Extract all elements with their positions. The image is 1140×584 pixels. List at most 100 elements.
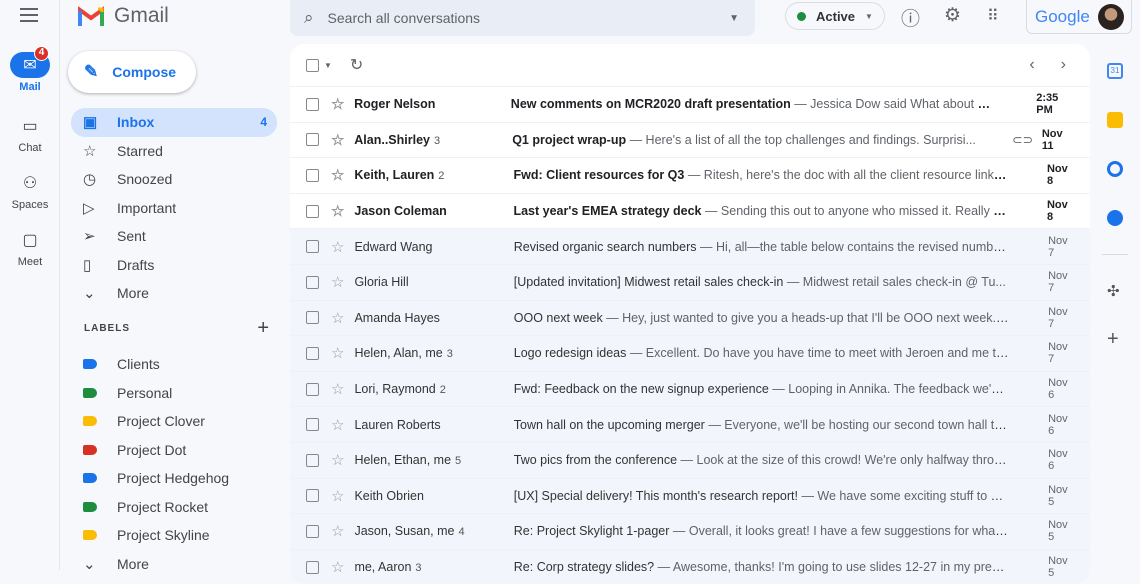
search-icon[interactable]: ⌕: [304, 8, 314, 28]
row-checkbox[interactable]: [306, 453, 319, 467]
refresh-icon[interactable]: ↻: [350, 55, 363, 75]
nav-item-starred[interactable]: ☆ Starred: [71, 137, 277, 166]
email-row[interactable]: ☆ Jason Coleman Last year's EMEA strateg…: [290, 192, 1090, 229]
row-checkbox[interactable]: [306, 168, 319, 182]
row-checkbox[interactable]: [306, 275, 319, 289]
email-row[interactable]: ☆ Edward Wang Revised organic search num…: [290, 228, 1090, 264]
row-checkbox[interactable]: [306, 524, 319, 538]
label-item[interactable]: Project Skyline: [71, 521, 277, 550]
email-row[interactable]: ☆ Helen, Alan, me 3 Logo redesign ideas —…: [290, 335, 1090, 371]
star-icon[interactable]: ☆: [331, 487, 350, 505]
nav-item-inbox[interactable]: ▣ Inbox 4: [71, 108, 277, 137]
help-icon[interactable]: ⓘ: [901, 4, 920, 31]
email-row[interactable]: ☆ Keith, Lauren 2 Fwd: Client resources f…: [290, 157, 1090, 193]
nav-item-more[interactable]: ⌄ More: [71, 279, 277, 308]
email-sender: Jason, Susan, me 4: [354, 524, 513, 538]
star-icon[interactable]: ☆: [331, 558, 350, 576]
email-row[interactable]: ☆ Gloria Hill [Updated invitation] Midwe…: [290, 263, 1090, 300]
avatar[interactable]: [1097, 3, 1124, 30]
star-icon[interactable]: ☆: [331, 131, 350, 149]
star-icon[interactable]: ☆: [331, 238, 350, 256]
keep-icon[interactable]: [1107, 112, 1123, 128]
email-subject: Fwd: Feedback on the new signup experien…: [513, 382, 769, 397]
apps-grid-icon[interactable]: ⠿: [987, 6, 999, 26]
email-row[interactable]: ☆ Lori, Raymond 2 Fwd: Feedback on the ne…: [290, 370, 1090, 407]
email-row[interactable]: ☆ Jason, Susan, me 4 Re: Project Skylight…: [290, 513, 1090, 549]
addons-icon[interactable]: ✣: [1107, 282, 1120, 300]
gmail-logo[interactable]: Gmail: [78, 4, 169, 28]
email-row[interactable]: ☆ Lauren Roberts Town hall on the upcomi…: [290, 406, 1090, 442]
email-row[interactable]: ☆ me, Aaron 3 Re: Corp strategy slides? —…: [290, 548, 1090, 584]
email-row[interactable]: ☆ Amanda Hayes OOO next week — Hey, just…: [290, 299, 1090, 336]
label-item[interactable]: Project Clover: [71, 407, 277, 436]
rail-spaces[interactable]: ⚇ Spaces: [0, 170, 60, 211]
row-checkbox[interactable]: [306, 382, 319, 396]
email-row[interactable]: ☆ Roger Nelson New comments on MCR2020 d…: [290, 86, 1090, 122]
email-row[interactable]: ☆ Keith Obrien [UX] Special delivery! Th…: [290, 477, 1090, 514]
email-row[interactable]: ☆ Helen, Ethan, me 5 Two pics from the co…: [290, 441, 1090, 478]
email-subject-line: Fwd: Client resources for Q3 — Ritesh, h…: [513, 168, 1008, 182]
star-icon[interactable]: ☆: [331, 166, 350, 184]
row-checkbox[interactable]: [306, 418, 319, 432]
search-input[interactable]: Search all conversations: [328, 10, 481, 26]
rail-chat[interactable]: ▭ Chat: [0, 113, 60, 154]
star-icon[interactable]: ☆: [331, 273, 350, 291]
star-icon[interactable]: ☆: [331, 451, 350, 469]
star-icon[interactable]: ☆: [331, 202, 350, 220]
label-item[interactable]: Clients: [71, 350, 277, 379]
row-checkbox[interactable]: [306, 346, 319, 360]
add-label-icon[interactable]: +: [257, 317, 270, 340]
star-icon[interactable]: ☆: [331, 522, 350, 540]
sender-name: Keith Obrien: [354, 488, 424, 503]
compose-button[interactable]: ✎ Compose: [68, 51, 196, 93]
label-item[interactable]: Project Dot: [71, 436, 277, 465]
star-icon[interactable]: ☆: [331, 416, 350, 434]
sender-name: Gloria Hill: [354, 275, 409, 290]
gear-icon[interactable]: ⚙: [944, 4, 961, 27]
account-box[interactable]: Google: [1026, 0, 1132, 34]
email-subject: Q1 project wrap-up: [512, 132, 627, 147]
search-options-icon[interactable]: ▼: [729, 13, 739, 24]
star-icon[interactable]: ☆: [331, 309, 350, 327]
label-item[interactable]: Personal: [71, 379, 277, 408]
select-dropdown-icon[interactable]: ▼: [324, 61, 332, 70]
older-page-icon[interactable]: ›: [1061, 56, 1066, 74]
select-all-checkbox[interactable]: [306, 58, 319, 72]
star-icon[interactable]: ☆: [331, 95, 350, 113]
rail-meet[interactable]: ▢ Meet: [0, 227, 60, 268]
label-tag-icon: [83, 416, 97, 427]
email-subject: Last year's EMEA strategy deck: [513, 204, 702, 219]
row-checkbox[interactable]: [306, 489, 319, 503]
rail-mail[interactable]: ✉ 4 Mail: [0, 46, 60, 93]
nav-item-sent[interactable]: ➢ Sent: [71, 222, 277, 251]
status-button[interactable]: Active ▼: [785, 2, 885, 30]
email-list: ☆ Roger Nelson New comments on MCR2020 d…: [290, 86, 1090, 584]
newer-page-icon[interactable]: ‹: [1029, 56, 1034, 74]
add-addon-icon[interactable]: +: [1107, 328, 1119, 351]
status-dot: [797, 11, 806, 21]
label-tag-icon: [83, 530, 97, 541]
label-item[interactable]: Project Hedgehog: [71, 464, 277, 493]
main-menu-icon[interactable]: [20, 8, 38, 22]
row-checkbox[interactable]: [306, 311, 319, 325]
label-item[interactable]: ⌄ More: [71, 550, 277, 579]
star-icon[interactable]: ☆: [331, 380, 350, 398]
nav-item-important[interactable]: ▷ Important: [71, 194, 277, 223]
row-checkbox[interactable]: [306, 240, 319, 254]
row-checkbox[interactable]: [306, 97, 319, 111]
gmail-m-icon: [78, 6, 104, 26]
contacts-icon[interactable]: [1107, 210, 1123, 226]
nav-label: More: [117, 285, 149, 302]
row-checkbox[interactable]: [306, 560, 319, 574]
row-checkbox[interactable]: [306, 133, 319, 147]
search-bar[interactable]: ⌕ Search all conversations ▼: [290, 0, 755, 36]
nav-item-drafts[interactable]: ▯ Drafts: [71, 251, 277, 280]
tasks-icon[interactable]: [1107, 161, 1123, 177]
email-row[interactable]: ☆ Alan..Shirley 3 Q1 project wrap-up — He…: [290, 121, 1090, 158]
label-name: Project Rocket: [117, 498, 209, 515]
label-item[interactable]: Project Rocket: [71, 493, 277, 522]
nav-item-snoozed[interactable]: ◷ Snoozed: [71, 165, 277, 194]
star-icon[interactable]: ☆: [331, 344, 350, 362]
calendar-icon[interactable]: 31: [1107, 63, 1123, 79]
row-checkbox[interactable]: [306, 204, 319, 218]
